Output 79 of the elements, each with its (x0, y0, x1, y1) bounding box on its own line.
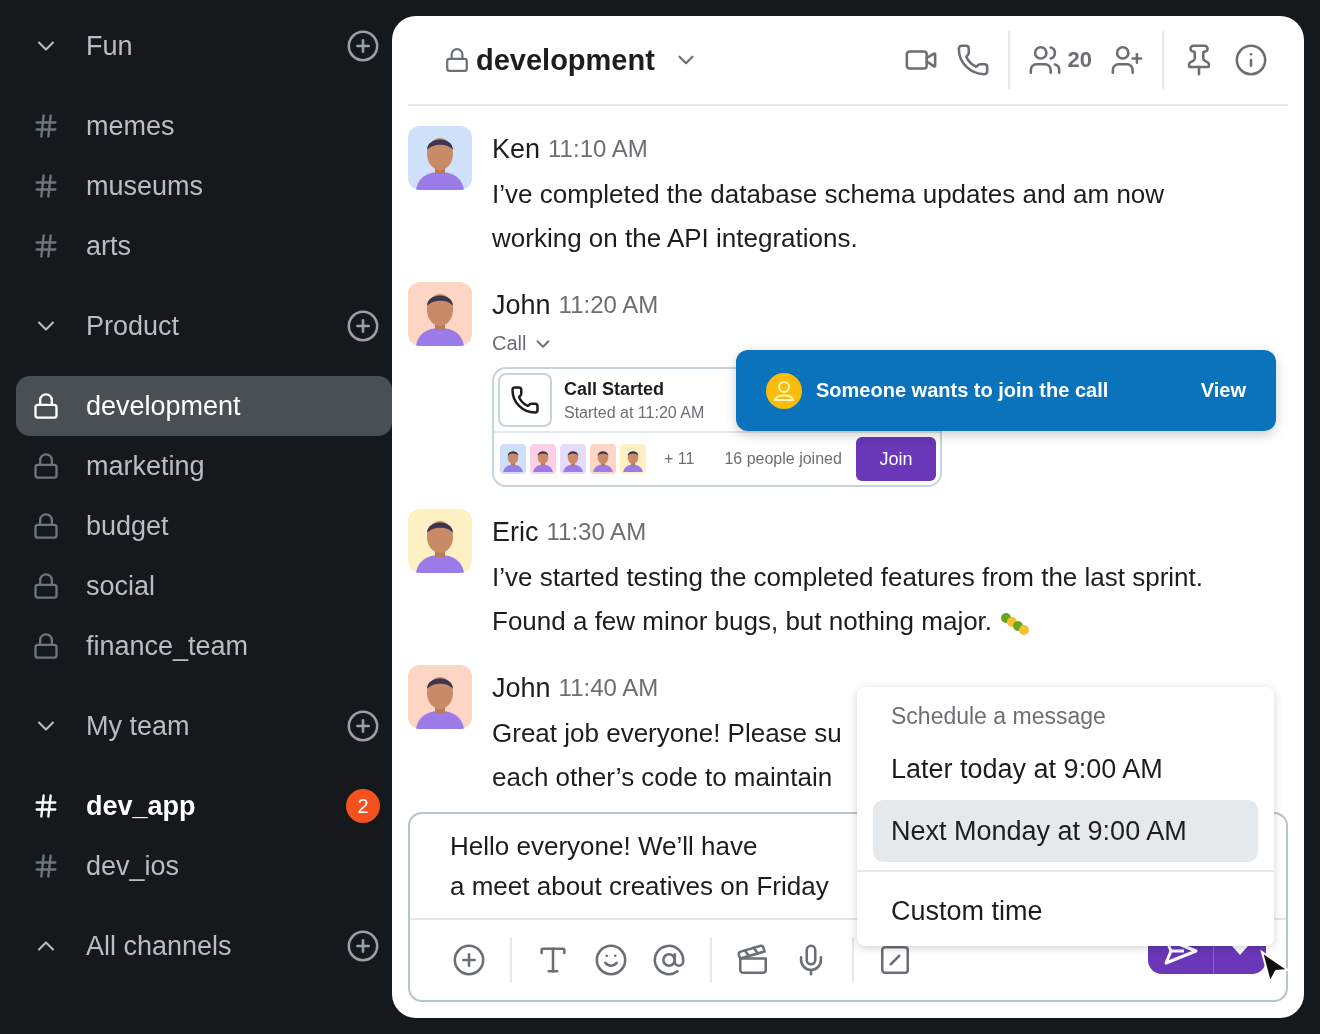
channel-item[interactable]: social (16, 556, 392, 616)
video-clip-icon[interactable] (736, 943, 770, 977)
channel-item[interactable]: development (16, 376, 392, 436)
channel-item[interactable]: museums (16, 156, 392, 216)
avatar (408, 665, 472, 729)
add-icon[interactable] (346, 709, 380, 743)
channel-name: budget (86, 510, 170, 542)
channel-item[interactable]: marketing (16, 436, 392, 496)
section-title[interactable]: Fun (86, 30, 346, 62)
emoji-icon[interactable] (594, 943, 628, 977)
channel-item[interactable]: dev_app 2 (16, 776, 392, 836)
call-title: Call Started (564, 378, 666, 400)
lock-icon (444, 47, 470, 73)
channel-name: development (86, 390, 242, 422)
call-label[interactable]: Call (492, 332, 1288, 355)
menu-option[interactable]: Next Monday at 9:00 AM (873, 800, 1258, 862)
participant-avatar (620, 444, 646, 474)
channel-item[interactable]: arts (16, 216, 392, 276)
menu-title: Schedule a message (890, 702, 1107, 731)
participant-avatar (560, 444, 586, 474)
author-name: Eric (492, 516, 539, 548)
slash-command-icon[interactable] (878, 943, 912, 977)
add-icon[interactable] (346, 929, 380, 963)
message-text: I’ve started testing the completed features from the last sprint. Found a few minor bugs, but nothing major. (492, 561, 1204, 639)
channel-item[interactable]: budget (16, 496, 392, 556)
participant-avatar (590, 444, 616, 474)
section-title[interactable]: My team (86, 710, 346, 742)
call-subtitle: Started at 11:20 AM (564, 403, 705, 422)
members-icon[interactable] (1027, 43, 1062, 77)
channel-item[interactable]: memes (16, 96, 392, 156)
message-time: 11:40 AM (558, 674, 659, 702)
message-time: 11:10 AM (548, 135, 648, 163)
avatar (408, 126, 472, 190)
add-icon[interactable] (346, 29, 380, 63)
add-icon[interactable] (346, 309, 380, 343)
channel-item[interactable]: dev_ios (16, 836, 392, 896)
channel-name: marketing (86, 450, 206, 482)
member-count: 20 (1067, 47, 1092, 73)
phone-icon[interactable] (955, 43, 990, 77)
channel-name: memes (86, 110, 176, 142)
lock-icon (32, 572, 60, 600)
channel-name: museums (86, 170, 205, 202)
message-time: 11:20 AM (558, 291, 659, 319)
channel-name: social (86, 570, 157, 602)
mention-icon[interactable] (652, 943, 686, 977)
view-button[interactable]: View (1200, 379, 1246, 402)
message-text: Great job everyone! Please su each other’s code to maintain (492, 717, 842, 794)
avatar (408, 509, 472, 573)
menu-option[interactable]: Later today at 9:00 AM (873, 738, 1258, 800)
joined-count: 16 people joined (724, 450, 842, 468)
lock-icon (32, 392, 60, 420)
user-icon (766, 372, 802, 409)
avatar (408, 282, 472, 346)
channel-name: dev_app (86, 790, 197, 822)
message-text: I’ve completed the database schema updates and am now working on the API integrations. (492, 178, 1166, 255)
lock-icon (32, 632, 60, 660)
section-title[interactable]: Product (86, 310, 346, 342)
add-icon[interactable] (452, 943, 486, 977)
info-icon[interactable] (1234, 43, 1268, 77)
channel-item[interactable]: finance_team (16, 616, 392, 676)
channel-title: development (476, 43, 655, 77)
add-user-icon[interactable] (1110, 43, 1144, 77)
participant-avatar (500, 444, 526, 474)
more-count: + 11 (664, 450, 695, 468)
lock-icon (32, 512, 60, 540)
author-name: Ken (492, 133, 541, 165)
section-title[interactable]: All channels (86, 930, 346, 962)
channel-name: dev_ios (86, 850, 181, 882)
unread-badge: 2 (346, 789, 380, 823)
participant-avatar (530, 444, 556, 474)
notification-text: Someone wants to join the call (816, 379, 1110, 402)
channel-name: finance_team (86, 630, 250, 662)
join-button[interactable]: Join (856, 437, 936, 481)
lock-icon (32, 452, 60, 480)
phone-icon (510, 385, 540, 415)
author-name: John (492, 672, 551, 704)
channel-name: arts (86, 230, 132, 262)
message-time: 11:30 AM (546, 518, 647, 546)
author-name: John (492, 289, 551, 321)
